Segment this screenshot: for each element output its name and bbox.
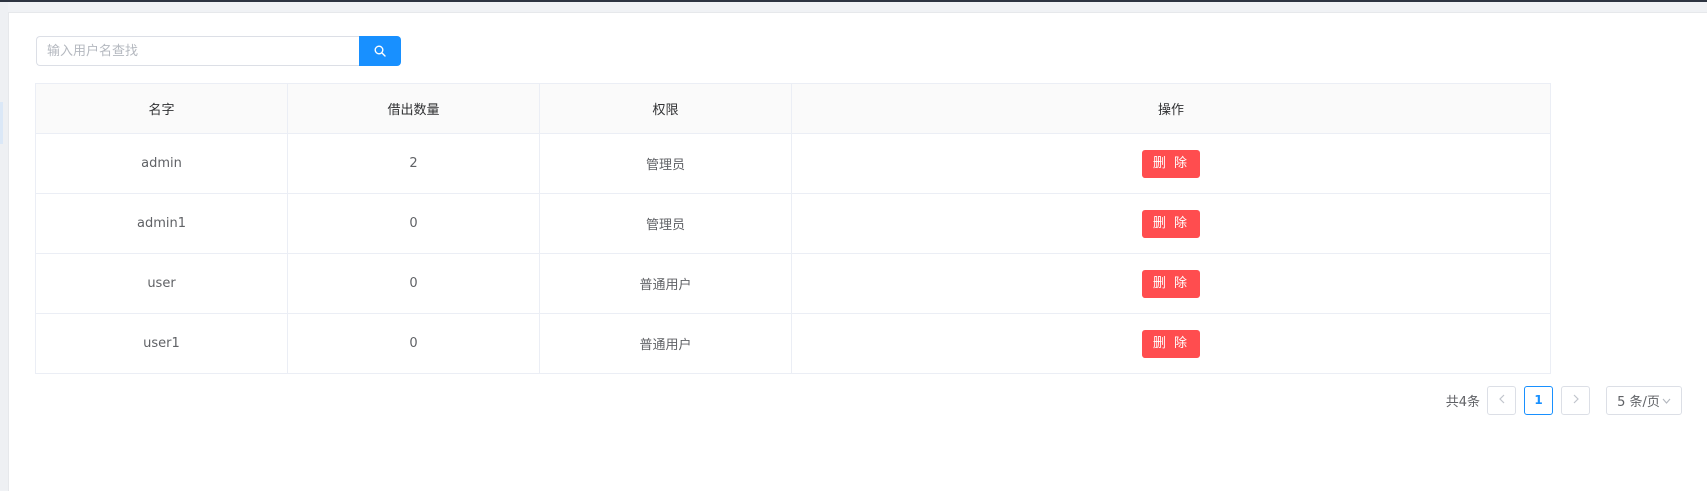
sidebar-active-indicator (0, 102, 3, 144)
page-size-select[interactable]: 5 条/页 (1606, 385, 1682, 415)
search-icon (374, 42, 386, 61)
cell-role: 管理员 (539, 193, 792, 254)
header-actions: 操作 (791, 83, 1551, 134)
delete-button[interactable]: 删 除 (1142, 329, 1200, 358)
table-row: user1 0 普通用户 删 除 (35, 313, 1551, 374)
delete-button[interactable]: 删 除 (1142, 209, 1200, 238)
cell-role: 普通用户 (539, 313, 792, 374)
cell-actions: 删 除 (791, 313, 1551, 374)
cell-name: admin (35, 133, 288, 194)
cell-name: user (35, 253, 288, 314)
main-panel: 名字 借出数量 权限 操作 admin 2 管理员 删 除 admin1 0 管… (8, 12, 1707, 491)
page-number-button[interactable]: 1 (1524, 385, 1553, 415)
cell-actions: 删 除 (791, 253, 1551, 314)
cell-borrowed: 2 (287, 133, 540, 194)
chevron-right-icon (1572, 393, 1580, 408)
header-name: 名字 (35, 83, 288, 134)
cell-role: 管理员 (539, 133, 792, 194)
left-sidebar-edge (0, 2, 8, 490)
table-row: admin 2 管理员 删 除 (35, 133, 1551, 194)
cell-actions: 删 除 (791, 193, 1551, 254)
cell-borrowed: 0 (287, 313, 540, 374)
cell-actions: 删 除 (791, 133, 1551, 194)
chevron-left-icon (1498, 393, 1506, 408)
page-size-value: 5 条/页 (1617, 394, 1660, 410)
table-header-row: 名字 借出数量 权限 操作 (35, 83, 1551, 134)
top-bar (0, 0, 1707, 2)
cell-name: admin1 (35, 193, 288, 254)
pagination-total: 共4条 (1445, 394, 1480, 410)
search-bar (36, 36, 401, 66)
header-borrowed-count: 借出数量 (287, 83, 540, 134)
delete-button[interactable]: 删 除 (1142, 149, 1200, 178)
chevron-down-icon (1662, 394, 1671, 407)
cell-borrowed: 0 (287, 193, 540, 254)
search-button[interactable] (359, 36, 401, 66)
cell-name: user1 (35, 313, 288, 374)
prev-page-button[interactable] (1487, 385, 1516, 415)
users-table: 名字 借出数量 权限 操作 admin 2 管理员 删 除 admin1 0 管… (35, 83, 1551, 374)
next-page-button[interactable] (1561, 385, 1590, 415)
table-row: admin1 0 管理员 删 除 (35, 193, 1551, 254)
pagination: 共4条 1 5 条/页 (1445, 385, 1682, 415)
table-row: user 0 普通用户 删 除 (35, 253, 1551, 314)
delete-button[interactable]: 删 除 (1142, 269, 1200, 298)
cell-role: 普通用户 (539, 253, 792, 314)
search-input[interactable] (36, 36, 359, 66)
cell-borrowed: 0 (287, 253, 540, 314)
header-role: 权限 (539, 83, 792, 134)
